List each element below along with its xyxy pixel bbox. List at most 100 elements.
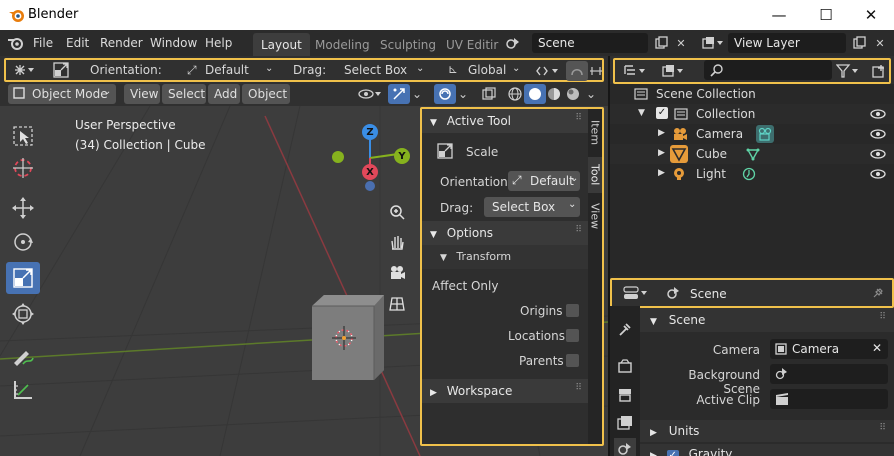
gizmo-x-axis[interactable]: X <box>362 164 378 180</box>
scene-properties-tab[interactable] <box>614 438 636 456</box>
filter-view-layer-icon[interactable] <box>660 61 690 81</box>
scale-tool-icon[interactable] <box>50 60 72 80</box>
overlays-icon[interactable] <box>434 84 456 104</box>
drag-handle-icon[interactable]: ⠿ <box>879 423 886 433</box>
close-button[interactable]: ✕ <box>848 0 894 30</box>
orientation-dropdown[interactable]: ⤢ Default ⌄ <box>183 61 279 81</box>
drag-handle-icon[interactable]: ⠿ <box>575 225 582 235</box>
drag-dropdown[interactable]: Select Box ⌄ <box>340 61 430 81</box>
menu-add[interactable]: Add <box>208 84 240 104</box>
origins-checkbox[interactable] <box>566 304 579 317</box>
menu-view[interactable]: View <box>124 84 160 104</box>
visibility-eye-icon[interactable] <box>356 84 384 104</box>
new-view-layer-icon[interactable] <box>849 33 869 53</box>
locations-checkbox[interactable] <box>566 329 579 342</box>
outliner-row-scene-collection[interactable]: Scene Collection <box>610 84 894 104</box>
tab-uv-editing[interactable]: UV Editir <box>438 33 506 56</box>
scene-browse-icon[interactable] <box>504 33 524 53</box>
menu-help[interactable]: Help <box>205 36 232 50</box>
outliner-row-collection[interactable]: ▼ ✓ Collection <box>610 104 894 124</box>
light-data-icon[interactable] <box>742 167 756 181</box>
gizmo-z-axis[interactable]: Z <box>362 124 378 140</box>
gizmo-y-axis[interactable]: Y <box>394 148 410 164</box>
transform-subsection[interactable]: ▼ Transform <box>422 245 588 269</box>
measure-tool[interactable] <box>6 374 40 406</box>
gravity-panel-header[interactable]: ▶ ✓ Gravity <box>640 444 894 456</box>
scene-name-field[interactable]: Scene <box>532 33 648 53</box>
xray-icon[interactable] <box>478 84 500 104</box>
np-orientation-dropdown[interactable]: ⤢ Default ⌄ <box>508 171 580 191</box>
zoom-icon[interactable] <box>385 200 409 224</box>
expand-arrow-icon[interactable]: ▶ <box>658 148 665 158</box>
filter-icon[interactable] <box>834 61 864 81</box>
cursor-tool[interactable] <box>6 152 40 184</box>
output-properties-tab[interactable] <box>614 384 636 406</box>
view-layer-properties-tab[interactable] <box>614 412 636 434</box>
background-scene-field[interactable] <box>770 364 888 384</box>
eye-icon[interactable] <box>870 168 886 180</box>
snap-icon[interactable] <box>532 61 562 81</box>
delete-scene-icon[interactable]: ✕ <box>671 33 691 53</box>
annotate-tool[interactable] <box>6 340 40 372</box>
transform-tool[interactable] <box>6 298 40 330</box>
menu-select[interactable]: Select <box>162 84 206 104</box>
expand-arrow-icon[interactable]: ▶ <box>658 168 665 178</box>
tool-properties-tab[interactable] <box>614 318 636 340</box>
camera-field[interactable]: Camera ✕ <box>770 339 888 359</box>
move-tool[interactable] <box>6 192 40 224</box>
blender-menu-icon[interactable] <box>7 35 25 51</box>
parents-checkbox[interactable] <box>566 354 579 367</box>
proportional-editing-icon[interactable] <box>566 61 588 81</box>
view-layer-field[interactable]: View Layer <box>728 33 846 53</box>
camera-data-icon[interactable] <box>756 125 774 143</box>
new-scene-icon[interactable] <box>651 33 671 53</box>
workspace-section[interactable]: ▶ Workspace ⠿ <box>422 379 588 403</box>
minimize-button[interactable]: — <box>756 0 802 30</box>
scale-tool[interactable] <box>6 262 40 294</box>
drag-handle-icon[interactable]: ⠿ <box>575 113 582 123</box>
transform-pivot-icon[interactable] <box>10 60 38 80</box>
delete-view-layer-icon[interactable]: ✕ <box>870 33 890 53</box>
mode-dropdown[interactable]: Object Mode ⌄ <box>8 84 116 104</box>
render-properties-tab[interactable] <box>614 356 636 378</box>
drag-handle-icon[interactable]: ⠿ <box>575 383 582 393</box>
outliner-row-cube[interactable]: ▶ Cube <box>610 144 894 164</box>
gravity-checkbox[interactable]: ✓ <box>666 450 679 456</box>
transform-orientation-dropdown[interactable]: ⊾ Global ⌄ <box>446 61 526 81</box>
menu-window[interactable]: Window <box>150 36 197 50</box>
menu-edit[interactable]: Edit <box>66 36 89 50</box>
cube-object[interactable] <box>304 292 394 386</box>
mesh-data-icon[interactable] <box>746 147 760 161</box>
menu-object[interactable]: Object <box>242 84 290 104</box>
exclude-checkbox[interactable]: ✓ <box>656 107 668 119</box>
menu-render[interactable]: Render <box>100 36 143 50</box>
pan-hand-icon[interactable] <box>385 230 409 254</box>
display-mode-icon[interactable] <box>622 61 652 81</box>
menu-file[interactable]: File <box>33 36 53 50</box>
clear-icon[interactable]: ✕ <box>872 341 882 355</box>
units-panel-header[interactable]: ▶ Units ⠿ <box>640 420 894 442</box>
gizmo-toggle-icon[interactable] <box>388 84 410 104</box>
active-clip-field[interactable] <box>770 389 888 409</box>
rotate-tool[interactable] <box>6 226 40 258</box>
active-tool-section[interactable]: ▼ Active Tool ⠿ <box>422 109 588 133</box>
chevron-down-icon[interactable]: ⌄ <box>584 84 598 104</box>
eye-icon[interactable] <box>870 108 886 120</box>
tab-tool[interactable]: Tool <box>588 157 602 193</box>
camera-view-icon[interactable] <box>385 261 409 285</box>
drag-handle-icon[interactable]: ⠿ <box>879 312 886 322</box>
outliner-search-input[interactable] <box>704 60 832 80</box>
3d-viewport[interactable]: Orientation: ⤢ Default ⌄ Drag: Select Bo… <box>0 56 608 456</box>
new-collection-icon[interactable] <box>868 61 890 81</box>
pin-icon[interactable] <box>872 287 884 299</box>
tab-view[interactable]: View <box>588 197 602 235</box>
expand-arrow-icon[interactable]: ▼ <box>638 108 645 118</box>
tab-sculpting[interactable]: Sculpting <box>372 33 444 56</box>
chevron-down-icon[interactable]: ⌄ <box>410 84 424 104</box>
outliner-row-camera[interactable]: ▶ Camera <box>610 124 894 144</box>
scene-panel-header[interactable]: ▼ Scene ⠿ <box>640 308 894 332</box>
falloff-icon[interactable] <box>588 61 604 81</box>
view-layer-browse-icon[interactable] <box>700 33 726 53</box>
maximize-button[interactable]: ☐ <box>803 0 849 30</box>
tab-layout[interactable]: Layout <box>253 33 310 56</box>
